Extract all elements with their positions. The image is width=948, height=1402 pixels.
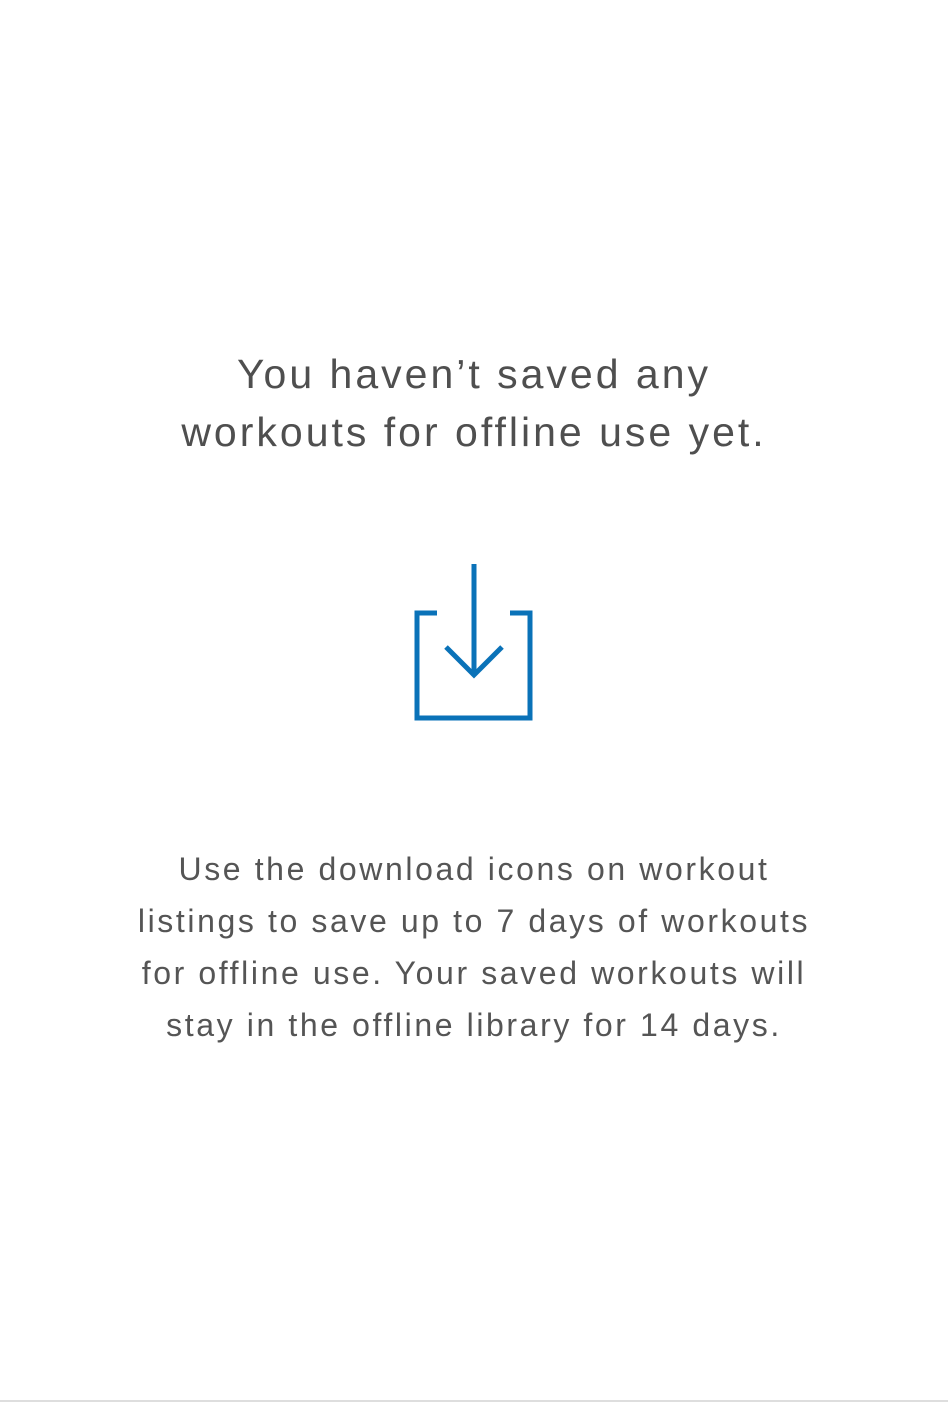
offline-library-screen: You haven’t saved any workouts for offli…: [0, 0, 948, 1400]
empty-state-description: Use the download icons on workout listin…: [0, 843, 948, 1051]
empty-state-title-line: You haven’t saved any: [236, 351, 712, 397]
empty-state-description-line: listings to save up to 7 days of workout…: [137, 903, 811, 939]
empty-state-description-line: for offline use. Your saved workouts wil…: [141, 955, 807, 991]
empty-state-title: You haven’t saved any workouts for offli…: [0, 345, 948, 461]
empty-state-title-line: workouts for offline use yet.: [181, 409, 767, 455]
download-icon: [414, 562, 534, 724]
empty-state-description-line: Use the download icons on workout: [178, 851, 770, 887]
empty-state-description-line: stay in the offline library for 14 days.: [166, 1007, 782, 1043]
